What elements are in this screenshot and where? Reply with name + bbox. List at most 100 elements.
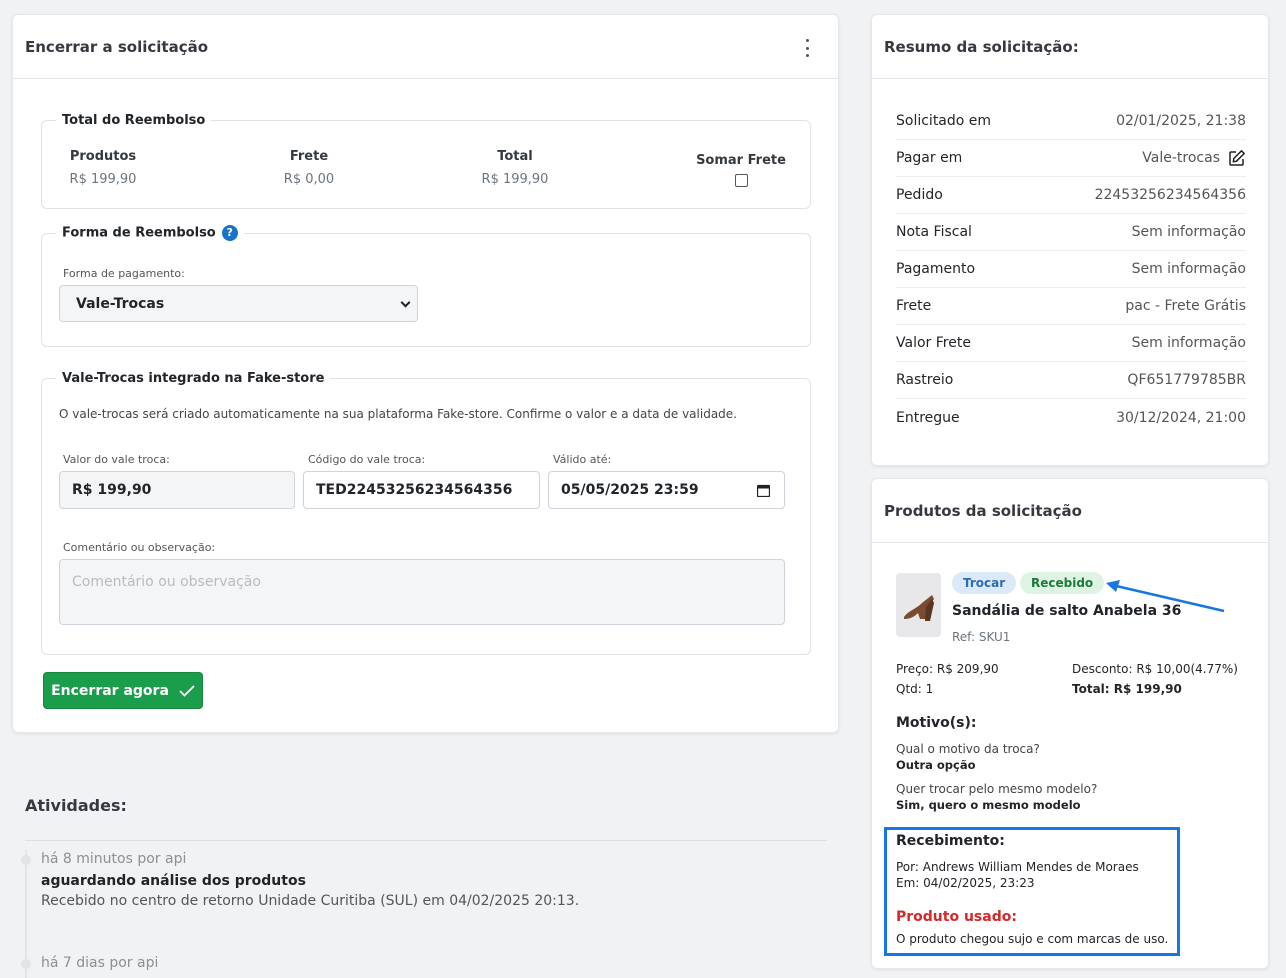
voucher-valid-input[interactable]: 05/05/2025 23:59 xyxy=(548,471,785,509)
voucher-valid-label: Válido até: xyxy=(553,453,612,466)
summary-title: Resumo da solicitação: xyxy=(884,37,1079,56)
page-title: Encerrar a solicitação xyxy=(25,37,209,56)
badge-received: Recebido xyxy=(1020,572,1105,594)
frete-label: Frete xyxy=(289,149,329,164)
summary-row: Pedido 22453256234564356 xyxy=(896,177,1246,214)
summary-value: pac - Frete Grátis xyxy=(1125,298,1246,314)
summary-key: Nota Fiscal xyxy=(896,224,972,240)
summary-value: 30/12/2024, 21:00 xyxy=(1116,409,1246,426)
summary-row: Rastreio QF651779785BR xyxy=(896,362,1246,399)
summary-key: Rastreio xyxy=(896,372,954,388)
refund-total-legend: Total do Reembolso xyxy=(62,113,206,128)
help-icon[interactable]: ? xyxy=(221,225,238,241)
voucher-code-label: Código do vale troca: xyxy=(308,453,426,466)
receipt-highlight-box: Recebimento: Por: Andrews William Mendes… xyxy=(884,827,1180,956)
chevron-down-icon xyxy=(400,297,411,308)
frete-value: R$ 0,00 xyxy=(283,172,335,187)
refund-method-title: Forma de Reembolso xyxy=(62,225,216,241)
summary-row: Pagar em Vale-trocas xyxy=(896,140,1246,177)
somar-frete: Somar Frete xyxy=(691,153,791,191)
activities-title: Atividades: xyxy=(25,796,127,815)
used-product-title: Produto usado: xyxy=(896,909,1017,925)
total-frete: Frete R$ 0,00 xyxy=(269,149,349,187)
reason-answer-2: Sim, quero o mesmo modelo xyxy=(896,798,1081,812)
summary-key: Pagar em xyxy=(896,150,963,166)
products-header: Produtos da solicitação xyxy=(872,479,1268,543)
summary-key: Pedido xyxy=(896,187,943,203)
calendar-icon[interactable] xyxy=(757,484,770,497)
reason-question-2: Quer trocar pelo mesmo modelo? xyxy=(896,782,1098,796)
summary-key: Entregue xyxy=(896,409,960,426)
products-title: Produtos da solicitação xyxy=(884,501,1082,520)
summary-value: Sem informação xyxy=(1131,261,1246,277)
summary-row: Frete pac - Frete Grátis xyxy=(896,288,1246,325)
somar-frete-checkbox[interactable] xyxy=(734,174,748,187)
activity-meta: há 7 dias por api xyxy=(41,955,159,971)
close-now-label: Encerrar agora xyxy=(51,682,169,699)
activities-divider xyxy=(25,840,827,841)
payment-method-select[interactable]: Vale-Trocas xyxy=(59,285,418,322)
activity-desc: Recebido no centro de retorno Unidade Cu… xyxy=(41,893,580,909)
summary-value: 02/01/2025, 21:38 xyxy=(1116,113,1246,129)
comment-textarea[interactable]: Comentário ou observação xyxy=(59,559,785,625)
voucher-value-input[interactable]: R$ 199,90 xyxy=(59,471,295,509)
pay-in-value: Vale-trocas xyxy=(1142,150,1220,166)
receipt-by: Por: Andrews William Mendes de Moraes xyxy=(896,860,1139,874)
payment-method-label: Forma de pagamento: xyxy=(63,267,185,280)
product-image xyxy=(896,573,941,637)
edit-icon[interactable] xyxy=(1228,149,1246,167)
summary-value: Sem informação xyxy=(1131,335,1246,351)
activity-item: há 8 minutos por api aguardando análise … xyxy=(41,851,579,909)
total-total: Total R$ 199,90 xyxy=(475,149,555,187)
kebab-menu-icon[interactable] xyxy=(804,39,810,57)
summary-row: Pagamento Sem informação xyxy=(896,251,1246,288)
total-label: Total xyxy=(497,149,533,164)
receipt-title: Recebimento: xyxy=(896,833,1005,849)
product-qty: Qtd: 1 xyxy=(896,682,934,696)
voucher-legend: Vale-Trocas integrado na Fake-store xyxy=(62,371,325,386)
summary-card: Resumo da solicitação: Solicitado em 02/… xyxy=(871,14,1269,466)
comment-label: Comentário ou observação: xyxy=(63,541,216,554)
summary-key: Valor Frete xyxy=(896,335,971,351)
summary-key: Solicitado em xyxy=(896,113,992,129)
summary-value: Vale-trocas xyxy=(1142,149,1246,167)
summary-header: Resumo da solicitação: xyxy=(872,15,1268,79)
close-request-header: Encerrar a solicitação xyxy=(13,15,838,79)
timeline-dot xyxy=(21,959,31,969)
activity-meta: há 8 minutos por api xyxy=(41,851,187,867)
summary-row: Nota Fiscal Sem informação xyxy=(896,214,1246,251)
total-value: R$ 199,90 xyxy=(481,172,549,187)
summary-value: 22453256234564356 xyxy=(1094,187,1246,203)
refund-method-legend: Forma de Reembolso? xyxy=(56,225,244,241)
check-icon xyxy=(179,684,195,697)
reasons-title: Motivo(s): xyxy=(896,715,977,731)
voucher-code-input[interactable]: TED22453256234564356 xyxy=(303,471,540,509)
badge-exchange: Trocar xyxy=(952,572,1017,594)
summary-key: Frete xyxy=(896,298,932,314)
reason-question-1: Qual o motivo da troca? xyxy=(896,742,1040,756)
activity-title: aguardando análise dos produtos xyxy=(41,873,306,889)
activity-item: há 7 dias por api xyxy=(41,955,158,971)
close-request-card: Encerrar a solicitação Total do Reembols… xyxy=(12,14,839,733)
summary-value: Sem informação xyxy=(1131,224,1246,240)
used-product-desc: O produto chegou sujo e com marcas de us… xyxy=(896,932,1169,946)
product-price: Preço: R$ 209,90 xyxy=(896,662,999,676)
payment-method-value: Vale-Trocas xyxy=(76,295,165,312)
product-total: Total: R$ 199,90 xyxy=(1072,682,1182,696)
summary-value: QF651779785BR xyxy=(1127,372,1246,388)
total-produtos: Produtos R$ 199,90 xyxy=(63,149,143,187)
receipt-at: Em: 04/02/2025, 23:23 xyxy=(896,876,1035,890)
product-total-label: Total: xyxy=(1072,682,1110,696)
close-now-button[interactable]: Encerrar agora xyxy=(43,672,203,709)
voucher-valid-value: 05/05/2025 23:59 xyxy=(561,482,699,498)
produtos-label: Produtos xyxy=(69,149,137,164)
summary-row: Valor Frete Sem informação xyxy=(896,325,1246,362)
summary-row: Solicitado em 02/01/2025, 21:38 xyxy=(896,103,1246,140)
summary-row: Entregue 30/12/2024, 21:00 xyxy=(896,399,1246,436)
timeline-dot xyxy=(21,855,31,865)
reason-answer-1: Outra opção xyxy=(896,758,976,772)
products-card: Produtos da solicitação Trocar Recebido … xyxy=(871,478,1269,969)
somar-frete-label: Somar Frete xyxy=(696,153,786,168)
voucher-description: O vale-trocas será criado automaticament… xyxy=(59,407,737,421)
summary-key: Pagamento xyxy=(896,261,976,277)
